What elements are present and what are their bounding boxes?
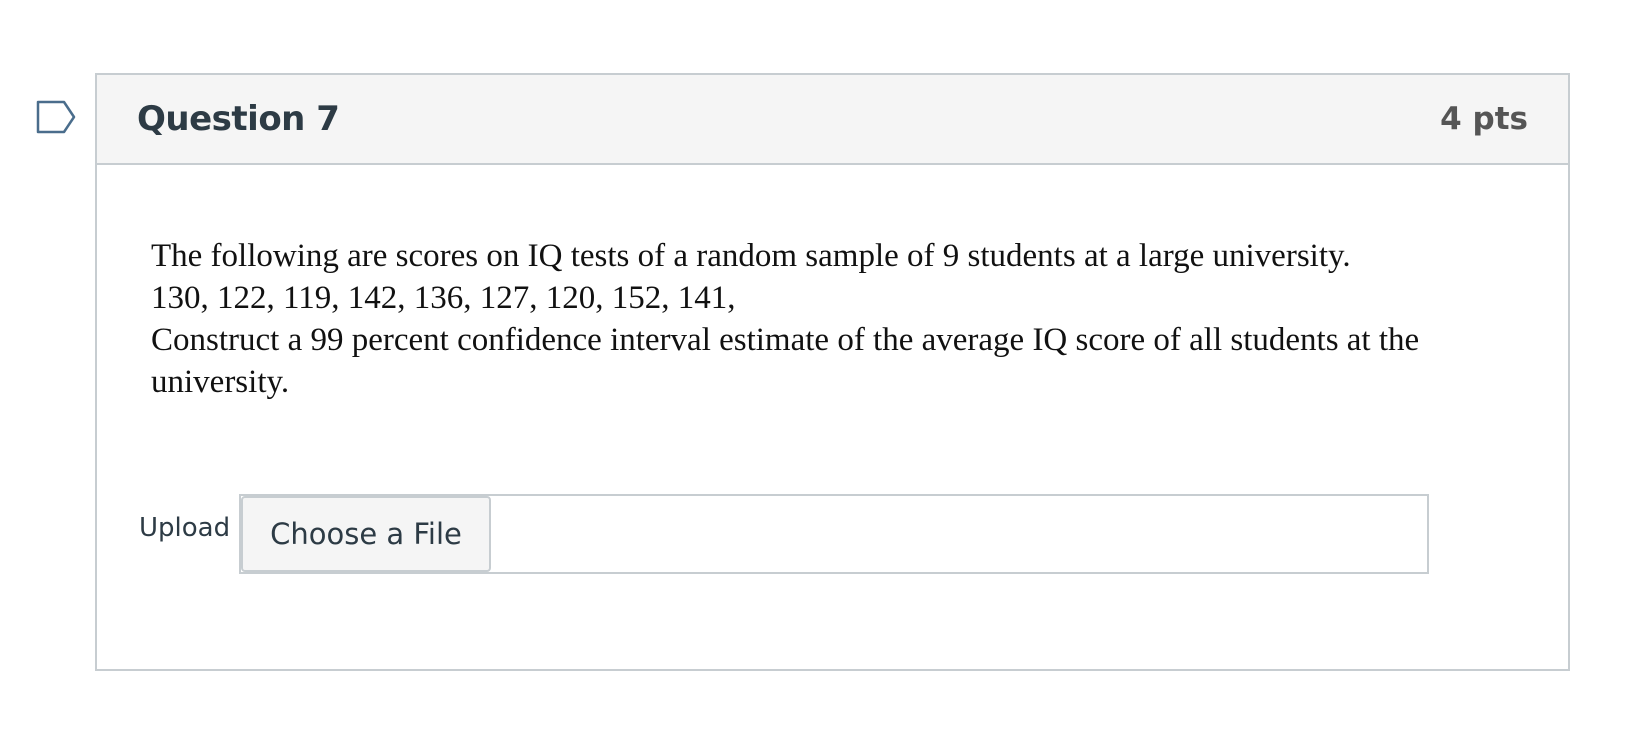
choose-file-button[interactable]: Choose a File (241, 496, 491, 572)
flag-question-icon[interactable] (36, 100, 78, 134)
question-text: The following are scores on IQ tests of … (151, 235, 1546, 403)
file-upload-field[interactable]: Choose a File (239, 494, 1429, 574)
question-text-line: Construct a 99 percent confidence interv… (151, 322, 1420, 358)
upload-label: Upload (139, 513, 231, 543)
question-body: The following are scores on IQ tests of … (97, 165, 1568, 669)
question-text-line: 130, 122, 119, 142, 136, 127, 120, 152, … (151, 280, 736, 316)
question-header: Question 7 4 pts (97, 75, 1568, 165)
question-text-line: The following are scores on IQ tests of … (151, 238, 1351, 274)
question-card: Question 7 4 pts The following are score… (95, 73, 1570, 671)
question-title: Question 7 (137, 99, 340, 139)
question-text-line: university. (151, 364, 290, 400)
question-points: 4 pts (1440, 101, 1528, 137)
